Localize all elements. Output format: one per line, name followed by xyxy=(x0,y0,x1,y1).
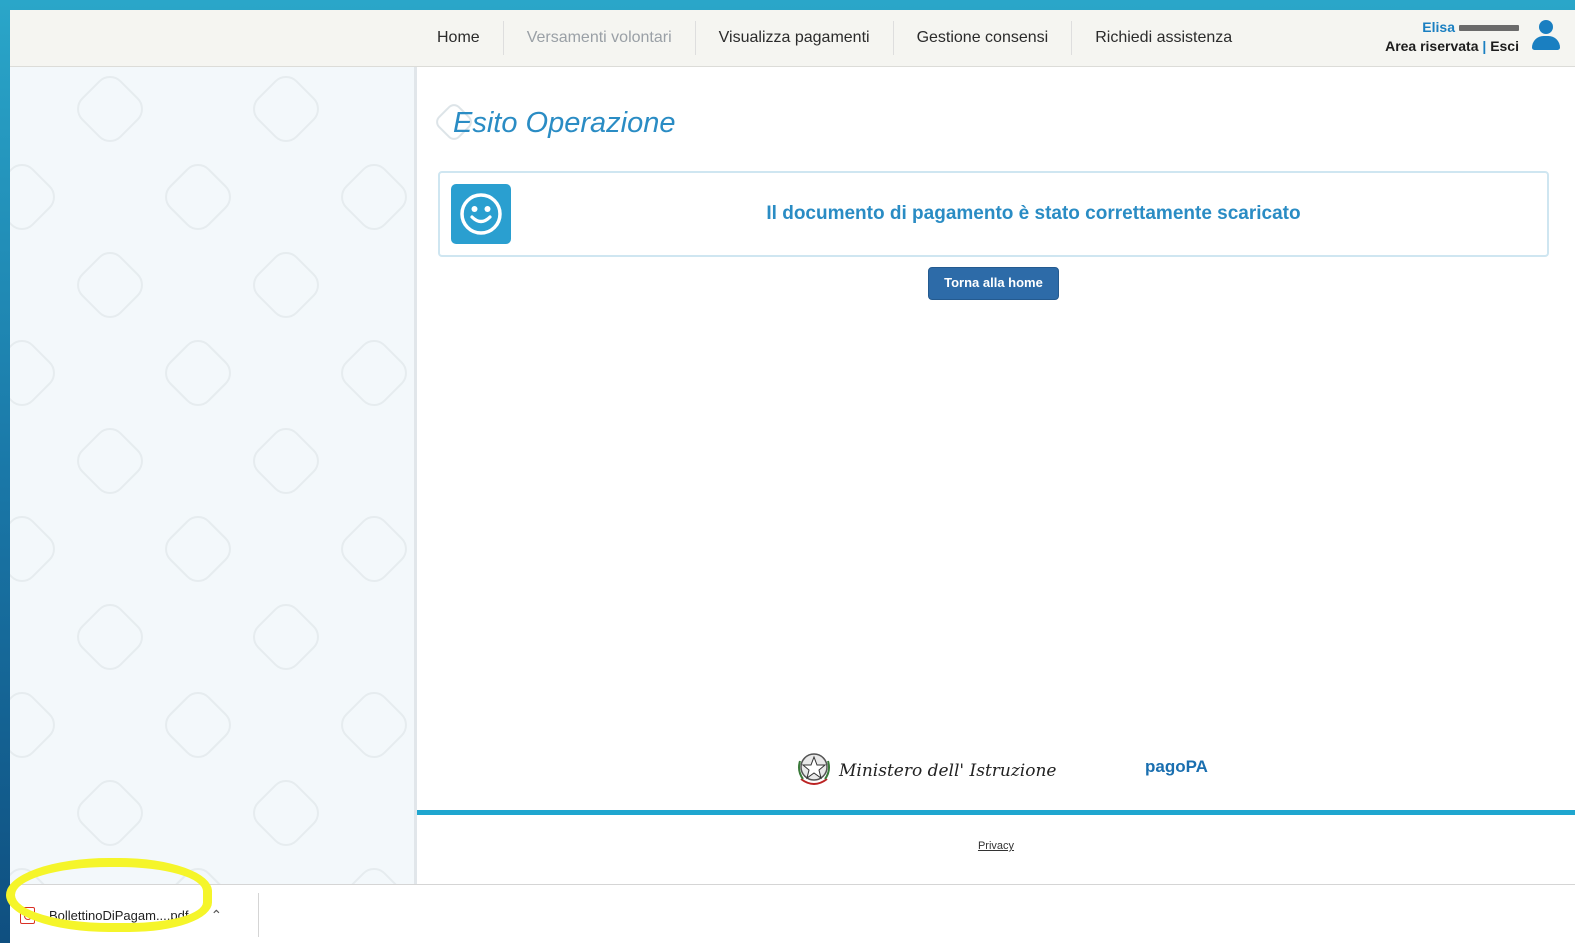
pattern-diamond xyxy=(158,333,238,413)
area-riservata-link[interactable]: Area riservata xyxy=(1385,38,1478,54)
pattern-diamond xyxy=(70,69,150,149)
ministry-logo-text: Ministero dell' Istruzione xyxy=(839,761,1057,781)
pattern-diamond xyxy=(70,597,150,677)
pattern-diamond xyxy=(334,157,414,237)
user-avatar-icon[interactable] xyxy=(1531,20,1561,52)
pattern-diamond xyxy=(246,245,326,325)
download-shelf: BollettinoDiPagam....pdf ⌃ xyxy=(10,884,1575,943)
nav-gestione-consensi[interactable]: Gestione consensi xyxy=(894,21,1073,55)
pattern-diamond xyxy=(158,157,238,237)
nav-visualizza-pagamenti[interactable]: Visualizza pagamenti xyxy=(696,21,894,55)
nav-richiedi-assistenza[interactable]: Richiedi assistenza xyxy=(1072,21,1255,55)
pattern-diamond xyxy=(246,421,326,501)
shelf-divider xyxy=(258,893,259,937)
footer-logos: Ministero dell' Istruzione pagoPA xyxy=(795,749,1215,799)
pattern-diamond xyxy=(334,685,414,765)
main-nav: Home Versamenti volontari Visualizza pag… xyxy=(414,10,1255,66)
pattern-diamond xyxy=(158,509,238,589)
footer: Privacy xyxy=(417,815,1575,885)
nav-versamenti-volontari[interactable]: Versamenti volontari xyxy=(504,21,696,55)
logout-link[interactable]: Esci xyxy=(1490,38,1519,54)
pdf-file-icon xyxy=(20,906,35,924)
pattern-diamond xyxy=(70,421,150,501)
pattern-diamond xyxy=(334,333,414,413)
pattern-diamond xyxy=(10,157,62,237)
page-title: Esito Operazione xyxy=(453,107,676,139)
pattern-diamond xyxy=(246,773,326,853)
top-navigation-bar: Home Versamenti volontari Visualizza pag… xyxy=(10,10,1575,67)
pattern-diamond xyxy=(246,597,326,677)
pagopa-logo: pagoPA xyxy=(1145,757,1208,776)
chevron-up-icon[interactable]: ⌃ xyxy=(210,907,222,924)
pattern-diamond xyxy=(10,509,62,589)
pattern-diamond xyxy=(334,509,414,589)
nav-home[interactable]: Home xyxy=(414,21,504,55)
success-message: Il documento di pagamento è stato corret… xyxy=(766,203,1301,224)
download-item[interactable]: BollettinoDiPagam....pdf ⌃ xyxy=(20,901,222,929)
success-message-box: Il documento di pagamento è stato corret… xyxy=(438,171,1549,257)
pattern-diamond xyxy=(10,861,62,884)
pattern-diamond xyxy=(158,861,238,884)
privacy-link[interactable]: Privacy xyxy=(417,840,1575,852)
pattern-diamond xyxy=(246,69,326,149)
pattern-diamond xyxy=(158,685,238,765)
browser-window: Home Versamenti volontari Visualizza pag… xyxy=(10,10,1575,943)
redacted-surname xyxy=(1459,25,1519,32)
pattern-diamond xyxy=(334,861,414,884)
decorative-side-panel xyxy=(10,67,417,884)
pattern-diamond xyxy=(10,333,62,413)
main-content: Esito Operazione Il documento di pagamen… xyxy=(417,67,1575,892)
download-file-name[interactable]: BollettinoDiPagam....pdf xyxy=(49,908,188,923)
pattern-diamond xyxy=(10,685,62,765)
pattern-diamond xyxy=(70,773,150,853)
back-home-button[interactable]: Torna alla home xyxy=(928,267,1059,300)
user-menu: Elisa Area riservata | Esci xyxy=(1385,18,1561,56)
user-name[interactable]: Elisa xyxy=(1385,18,1519,37)
pattern-diamond xyxy=(70,245,150,325)
italian-republic-emblem-icon xyxy=(795,749,833,789)
